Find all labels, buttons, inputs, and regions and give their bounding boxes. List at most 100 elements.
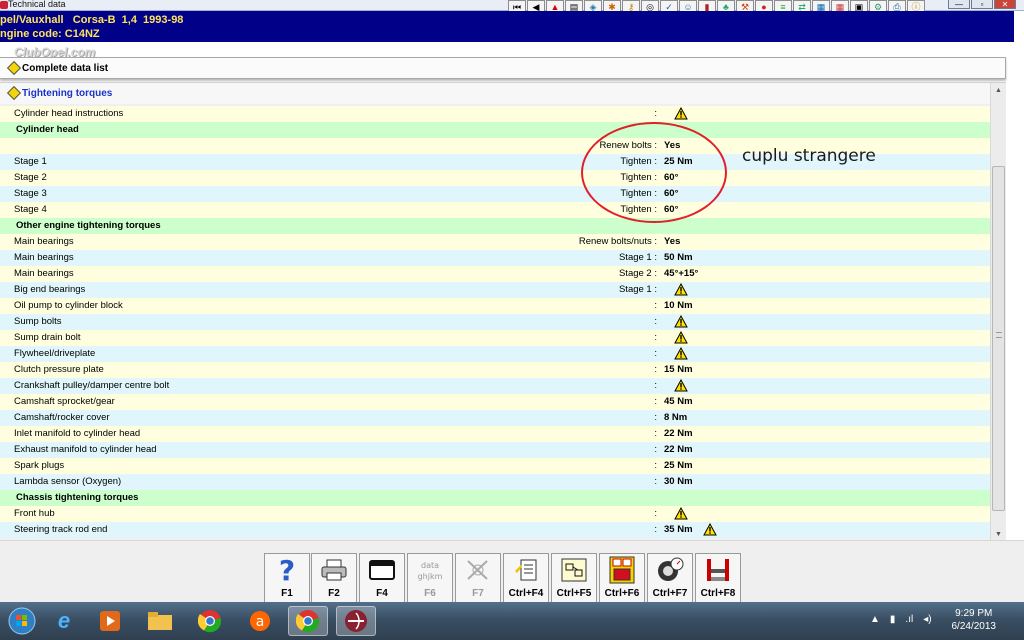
row-value: 50 Nm xyxy=(664,252,693,263)
table-row: Flywheel/driveplate: xyxy=(0,346,990,362)
row-value: 22 Nm xyxy=(664,444,693,455)
row-value: 25 Nm xyxy=(664,460,693,471)
fkey-button-f7[interactable]: F7 xyxy=(455,553,501,603)
grip-icon xyxy=(996,332,1002,338)
row-name: Clutch pressure plate xyxy=(14,364,104,375)
scrollbar-thumb[interactable] xyxy=(992,166,1005,511)
table-row: Front hub: xyxy=(0,506,990,522)
warning-icon[interactable] xyxy=(674,107,688,120)
warning-icon[interactable] xyxy=(674,283,688,296)
section-subheader: Other engine tightening torques xyxy=(0,218,990,234)
fkey-button-f2[interactable]: F2 xyxy=(311,553,357,603)
file-explorer-icon[interactable] xyxy=(140,606,180,636)
row-qualifier: : xyxy=(654,316,657,327)
start-button[interactable] xyxy=(2,606,42,636)
table-row: Sump drain bolt: xyxy=(0,330,990,346)
row-name: Lambda sensor (Oxygen) xyxy=(14,476,122,487)
warning-icon[interactable] xyxy=(674,347,688,360)
clock[interactable]: 9:29 PM 6/24/2013 xyxy=(952,607,997,633)
fkey-button-ctrl-f6[interactable]: Ctrl+F6 xyxy=(599,553,645,603)
warning-icon[interactable] xyxy=(674,315,688,328)
warning-icon[interactable] xyxy=(703,523,717,536)
row-qualifier: : xyxy=(654,460,657,471)
row-qualifier: : xyxy=(654,524,657,535)
data-icon: data ghjkm xyxy=(416,556,444,584)
annotation-note: cuplu strangere xyxy=(742,146,876,166)
fkey-label: Ctrl+F4 xyxy=(508,588,544,599)
fkey-label: Ctrl+F7 xyxy=(652,588,688,599)
network-icon[interactable]: ▮ xyxy=(890,614,896,625)
table-row: Camshaft/rocker cover:8 Nm xyxy=(0,410,990,426)
row-name: Steering track rod end xyxy=(14,524,108,535)
volume-icon[interactable]: ◂) xyxy=(923,614,931,625)
row-name: Exhaust manifold to cylinder head xyxy=(14,444,157,455)
row-qualifier: : xyxy=(654,396,657,407)
media-player-icon[interactable] xyxy=(90,606,130,636)
vehicle-model: pel/Vauxhall Corsa-B 1,4 1993-98 xyxy=(0,14,184,26)
row-name: Flywheel/driveplate xyxy=(14,348,96,359)
fkey-button-ctrl-f7[interactable]: Ctrl+F7 xyxy=(647,553,693,603)
fkey-button-f1[interactable]: ? F1 xyxy=(264,553,310,603)
row-qualifier: : xyxy=(654,508,657,519)
table-row: Sump bolts: xyxy=(0,314,990,330)
chrome-icon[interactable] xyxy=(190,606,230,636)
row-name: Oil pump to cylinder block xyxy=(14,300,123,311)
row-value: 22 Nm xyxy=(664,428,693,439)
chrome-active-icon[interactable] xyxy=(288,606,328,636)
section-subheader: Chassis tightening torques xyxy=(0,490,990,506)
fkey-button-f4[interactable]: F4 xyxy=(359,553,405,603)
fkey-label: F6 xyxy=(424,588,436,599)
svg-text:a: a xyxy=(256,614,265,630)
row-qualifier: : xyxy=(654,348,657,359)
scroll-down-arrow-icon[interactable]: ▼ xyxy=(991,527,1006,541)
table-row: Inlet manifold to cylinder head:22 Nm xyxy=(0,426,990,442)
tools-icon xyxy=(464,556,492,584)
fkey-button-ctrl-f5[interactable]: Ctrl+F5 xyxy=(551,553,597,603)
fkey-button-ctrl-f4[interactable]: Ctrl+F4 xyxy=(503,553,549,603)
row-value: 35 Nm xyxy=(664,524,693,535)
table-row: Lambda sensor (Oxygen):30 Nm xyxy=(0,474,990,490)
clock-time: 9:29 PM xyxy=(955,608,993,619)
section-header[interactable]: Tightening torques xyxy=(0,83,990,104)
close-button[interactable]: ✕ xyxy=(994,0,1016,9)
row-value: 45°+15° xyxy=(664,268,699,279)
fkey-label: F1 xyxy=(281,588,293,599)
fkey-button-f6[interactable]: data ghjkm F6 xyxy=(407,553,453,603)
fkey-label: Ctrl+F5 xyxy=(556,588,592,599)
internet-explorer-icon[interactable]: e xyxy=(44,606,84,636)
torque-table: Cylinder head instructions: Cylinder head… xyxy=(0,106,990,538)
fkey-label: F7 xyxy=(472,588,484,599)
row-value: 30 Nm xyxy=(664,476,693,487)
avast-icon[interactable]: a xyxy=(240,606,280,636)
row-name: Cylinder head instructions xyxy=(14,108,124,119)
warning-icon[interactable] xyxy=(674,507,688,520)
row-qualifier: : xyxy=(654,364,657,375)
row-value: Yes xyxy=(664,236,681,247)
complete-data-list-bar[interactable]: Complete data list xyxy=(0,57,1006,79)
table-row: Clutch pressure plate:15 Nm xyxy=(0,362,990,378)
fkey-label: F4 xyxy=(376,588,388,599)
subheader-label: Cylinder head xyxy=(16,124,79,135)
row-name: Spark plugs xyxy=(14,460,65,471)
row-qualifier: Stage 1 : xyxy=(618,284,657,295)
maximize-button[interactable]: ▫ xyxy=(971,0,993,9)
row-value: 15 Nm xyxy=(664,364,693,375)
scroll-up-arrow-icon[interactable]: ▲ xyxy=(991,83,1006,97)
show-hidden-icons-icon[interactable]: ▲ xyxy=(870,614,880,625)
row-name: Sump drain bolt xyxy=(14,332,81,343)
autodata-app-icon[interactable] xyxy=(336,606,376,636)
diamond-bullet-icon xyxy=(6,85,22,101)
warning-icon[interactable] xyxy=(674,331,688,344)
row-name: Front hub xyxy=(14,508,55,519)
signal-icon[interactable]: .ıl xyxy=(905,614,913,625)
row-name: Stage 1 xyxy=(14,156,47,167)
row-name: Inlet manifold to cylinder head xyxy=(14,428,141,439)
vertical-scrollbar[interactable]: ▲ ▼ xyxy=(990,83,1006,541)
section-title[interactable]: Tightening torques xyxy=(22,88,112,99)
svg-text:data: data xyxy=(421,561,439,570)
minimize-button[interactable]: — xyxy=(948,0,970,9)
table-row: Oil pump to cylinder block:10 Nm xyxy=(0,298,990,314)
warning-icon[interactable] xyxy=(674,379,688,392)
fkey-button-ctrl-f8[interactable]: Ctrl+F8 xyxy=(695,553,741,603)
system-tray: ▲ ▮ .ıl ◂) xyxy=(870,614,932,625)
